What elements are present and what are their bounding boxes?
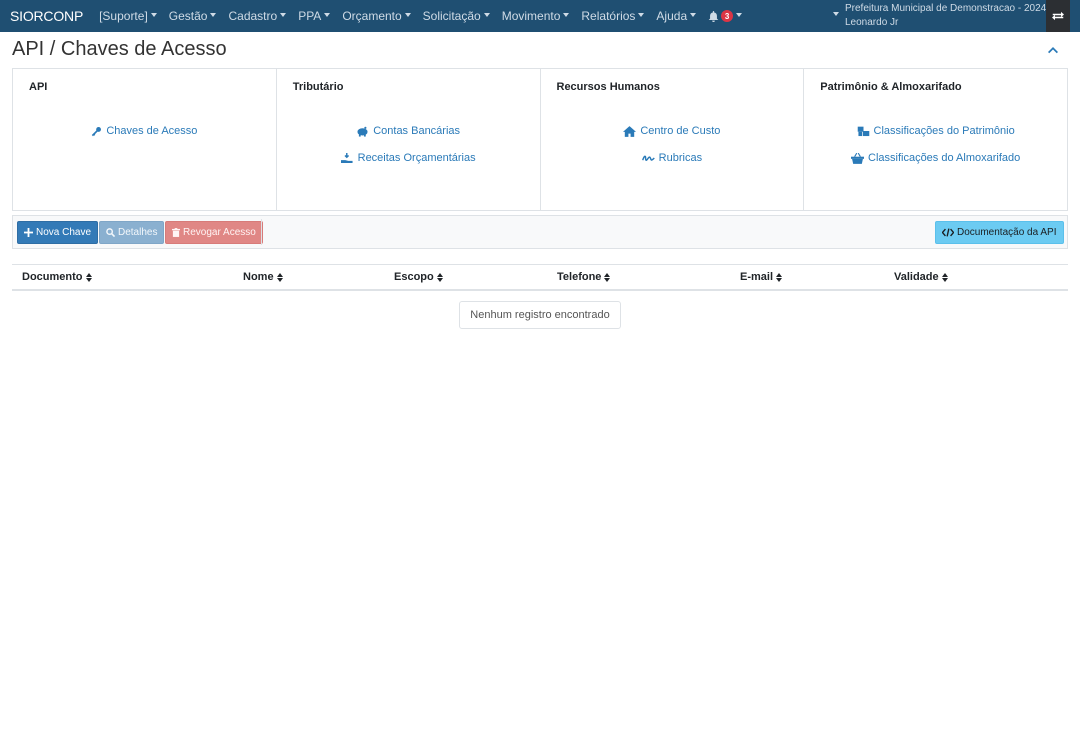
caret-down-icon [280,13,287,17]
column-header-documento[interactable]: Documento [22,271,92,283]
revoke-access-button[interactable]: Revogar Acesso [165,221,263,244]
action-toolbar: Nova Chave Detalhes Revogar Acesso Docum… [12,215,1068,249]
caret-down-icon [210,13,217,17]
code-icon [942,228,954,237]
nav-menu-ajuda[interactable]: Ajuda [656,9,697,23]
exchange-icon [1052,11,1064,21]
sort-icon [276,272,283,282]
caret-down-icon [638,13,645,17]
bell-icon [708,10,719,22]
notification-count-badge: 3 [721,10,734,22]
chevron-up-icon [1048,47,1058,54]
boxes-icon [857,126,869,137]
nav-menu-relatorios[interactable]: Relatórios [581,9,645,23]
column-header-email[interactable]: E-mail [740,271,783,283]
caret-down-icon [324,13,331,17]
sort-icon [85,272,92,282]
caret-down-icon [404,13,411,17]
search-icon [106,228,115,237]
caret-down-icon [563,13,570,17]
module-tributario: Tributário Contas Bancárias Receitas Orç… [277,69,541,210]
nav-menu-cadastro[interactable]: Cadastro [228,9,287,23]
sort-icon [776,272,783,282]
sort-icon [941,272,948,282]
link-receitas-orcamentarias[interactable]: Receitas Orçamentárias [340,152,476,164]
toolbar-divider [261,219,262,245]
plus-icon [24,228,33,237]
collapse-button[interactable] [1046,43,1060,60]
keys-table-header: Documento Nome Escopo Telefone E-mail Va… [12,264,1068,291]
nav-menu-suporte[interactable]: [Suporte] [99,9,157,23]
modules-panel: API Chaves de Acesso Tributário Contas B… [12,68,1068,211]
module-patrimonio-almoxarifado: Patrimônio & Almoxarifado Classificações… [804,69,1067,210]
link-chaves-de-acesso[interactable]: Chaves de Acesso [91,125,197,137]
caret-down-icon [483,13,490,17]
top-navbar: SIORCONP [Suporte] Gestão Cadastro PPA O… [0,0,1080,32]
caret-down-icon [736,13,743,17]
switch-context-button[interactable] [1046,0,1070,32]
module-recursos-humanos: Recursos Humanos Centro de Custo Rubrica… [541,69,805,210]
caret-down-icon [690,13,697,17]
column-header-escopo[interactable]: Escopo [394,271,443,283]
signature-icon [641,155,655,161]
nav-menu-movimento[interactable]: Movimento [502,9,570,23]
caret-down-icon [150,13,157,17]
user-menu[interactable]: Prefeitura Municipal de Demonstracao - 2… [830,2,1046,30]
module-title: Patrimônio & Almoxarifado [820,81,962,93]
link-contas-bancarias[interactable]: Contas Bancárias [356,125,460,137]
nav-menu-solicitacao[interactable]: Solicitação [423,9,490,23]
page-title: API / Chaves de Acesso [12,38,227,60]
module-title: Recursos Humanos [556,81,660,93]
column-header-nome[interactable]: Nome [243,271,283,283]
nav-menu-ppa[interactable]: PPA [298,9,331,23]
empty-state-message: Nenhum registro encontrado [459,301,621,329]
hand-holding-icon [340,152,353,164]
module-title: API [29,81,48,93]
link-classificacoes-patrimonio[interactable]: Classificações do Patrimônio [857,125,1015,137]
module-title: Tributário [292,81,344,93]
api-docs-button[interactable]: Documentação da API [935,221,1064,244]
user-name: Leonardo Jr [845,17,899,28]
organization-name: Prefeitura Municipal de Demonstracao - 2… [845,3,1047,14]
basket-icon [851,152,864,164]
caret-down-icon [833,12,839,16]
new-key-button[interactable]: Nova Chave [17,221,99,244]
link-rubricas[interactable]: Rubricas [641,152,702,164]
piggy-bank-icon [357,126,368,137]
nav-menu-gestao[interactable]: Gestão [169,9,217,23]
trash-icon [172,228,180,237]
column-header-validade[interactable]: Validade [894,271,948,283]
nav-menu-orcamento[interactable]: Orçamento [342,9,411,23]
notifications-menu[interactable]: 3 [708,10,743,22]
sort-icon [436,272,443,282]
key-icon [92,126,102,136]
column-header-telefone[interactable]: Telefone [557,271,611,283]
details-button[interactable]: Detalhes [99,221,165,244]
link-classificacoes-almoxarifado[interactable]: Classificações do Almoxarifado [851,152,1020,164]
sort-icon [604,272,611,282]
module-api: API Chaves de Acesso [13,69,277,210]
home-icon [623,125,637,137]
link-centro-de-custo[interactable]: Centro de Custo [623,125,720,137]
brand-logo[interactable]: SIORCONP [10,8,83,24]
